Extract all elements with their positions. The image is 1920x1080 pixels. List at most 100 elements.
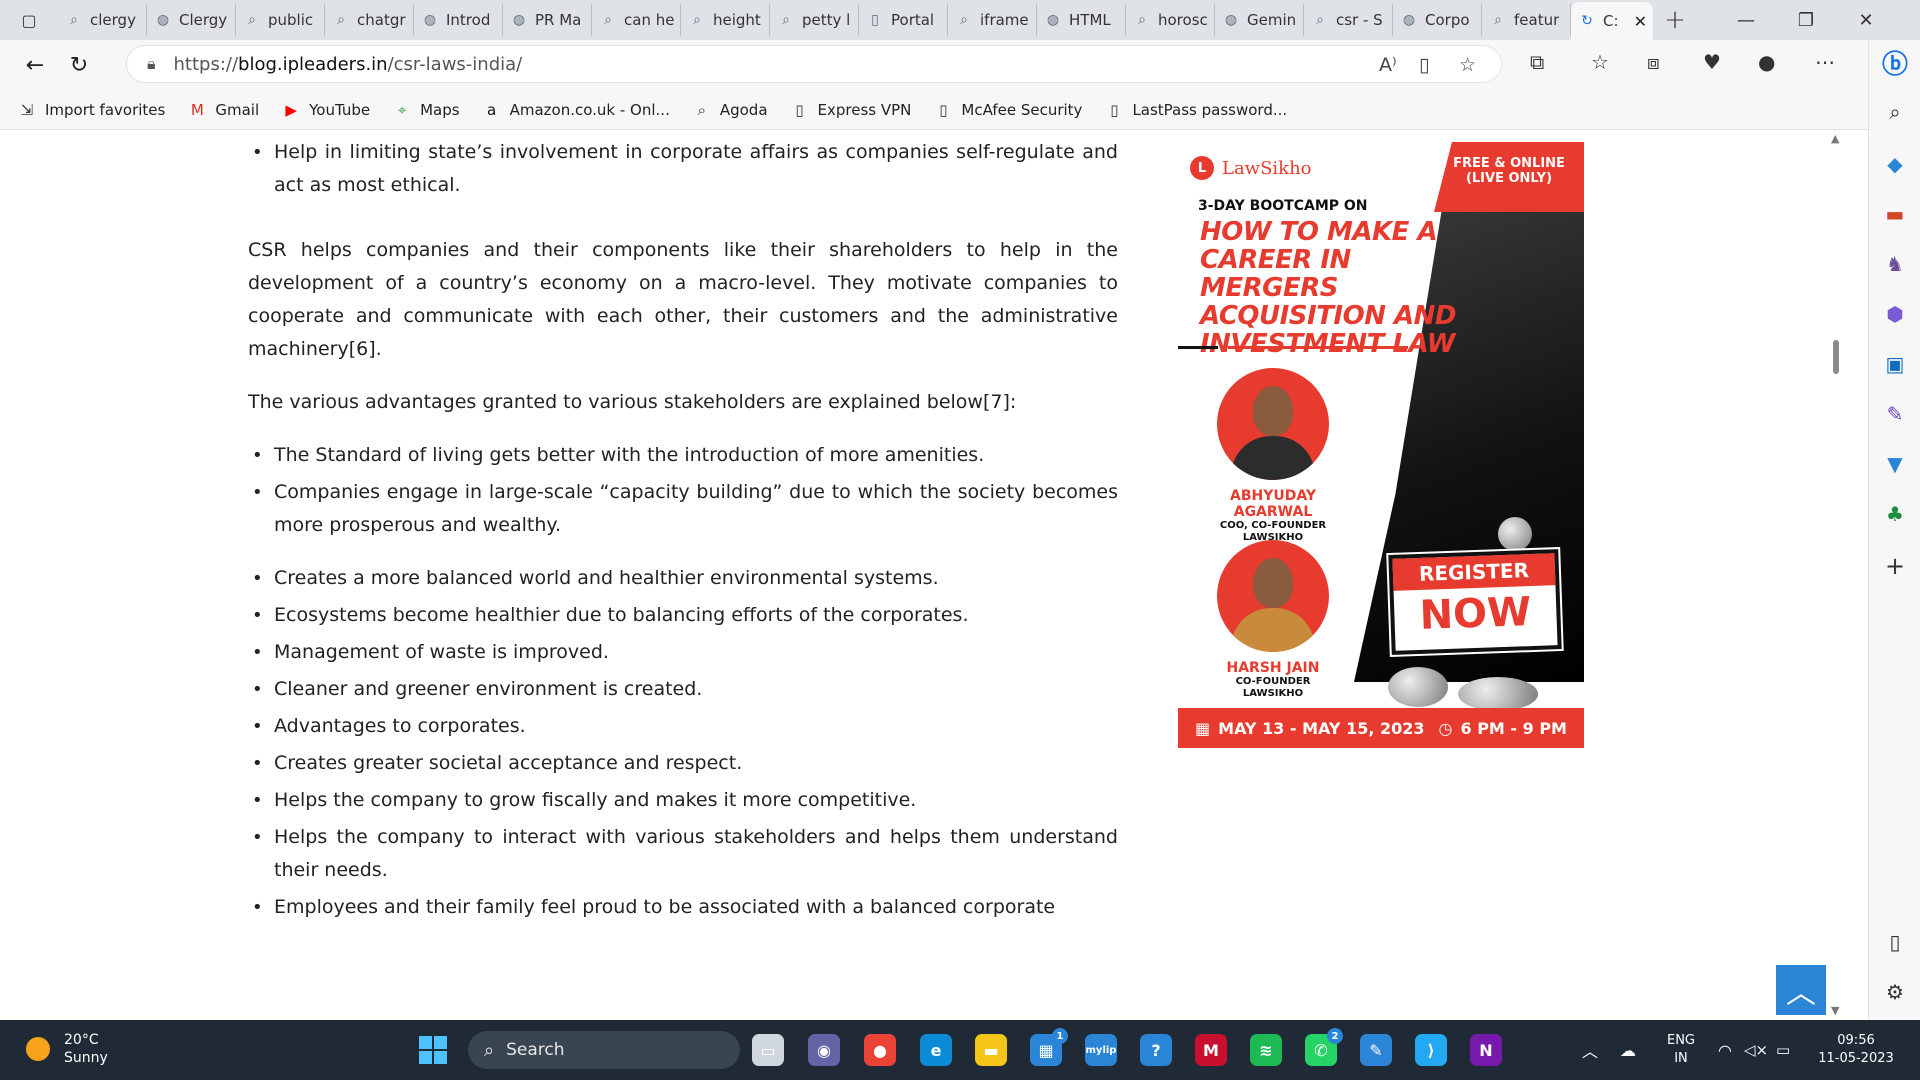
browser-tab[interactable]: ⌕ featur bbox=[1482, 4, 1571, 36]
page-viewport[interactable]: Help in limiting state’s involvement in … bbox=[0, 130, 1828, 1020]
onedrive-icon[interactable]: ☁ bbox=[1620, 1020, 1636, 1080]
browser-tab[interactable]: ⌕ clergy bbox=[58, 4, 147, 36]
favorite-item[interactable]: ▯ McAfee Security bbox=[934, 101, 1082, 119]
browser-tab[interactable]: ⌕ height bbox=[681, 4, 770, 36]
favorite-item[interactable]: ▯ LastPass password... bbox=[1105, 101, 1287, 119]
browser-essentials-icon[interactable]: ♥ bbox=[1703, 50, 1721, 74]
mylip-taskbar-icon[interactable]: mylip bbox=[1085, 1034, 1117, 1066]
favorite-item[interactable]: a Amazon.co.uk - Onl... bbox=[483, 101, 670, 119]
vertical-scrollbar[interactable]: ▲ ▼ bbox=[1828, 130, 1844, 1020]
bing-copilot-icon[interactable]: ⓑ bbox=[1869, 40, 1920, 90]
favorite-item[interactable]: ⇲ Import favorites bbox=[18, 101, 166, 119]
search-icon[interactable]: ⌕ bbox=[1869, 100, 1920, 124]
favorite-item[interactable]: ▶ YouTube bbox=[282, 101, 370, 119]
browser-tab[interactable]: ◍ Corpo bbox=[1393, 4, 1482, 36]
favorites-icon[interactable]: ☆ bbox=[1591, 50, 1609, 74]
browser-tab[interactable]: ⌕ can he bbox=[592, 4, 681, 36]
gmail-icon: M bbox=[190, 100, 204, 119]
add-sidebar-app-icon[interactable]: + bbox=[1869, 552, 1920, 580]
scrollbar-thumb[interactable] bbox=[1833, 340, 1839, 374]
wifi-icon[interactable]: ◠ bbox=[1718, 1020, 1732, 1080]
close-window-icon[interactable]: ✕ bbox=[1836, 0, 1896, 40]
browser-tab[interactable]: ⌕ iframe bbox=[948, 4, 1037, 36]
lock-icon[interactable]: 🔒︎ bbox=[147, 54, 156, 74]
tree-icon[interactable]: ♣ bbox=[1869, 502, 1920, 526]
paint-taskbar-icon[interactable]: ✎ bbox=[1360, 1034, 1392, 1066]
tools-icon[interactable]: ▬ bbox=[1869, 202, 1920, 226]
clock[interactable]: 09:56 11-05-2023 bbox=[1814, 1020, 1898, 1080]
mcafee-taskbar-icon[interactable]: M bbox=[1195, 1034, 1227, 1066]
favorite-item[interactable]: ⌖ Maps bbox=[393, 101, 460, 119]
task-view-taskbar-icon[interactable]: ▭ bbox=[752, 1034, 784, 1066]
show-hidden-icons[interactable]: ︿ bbox=[1582, 1020, 1598, 1080]
store-taskbar-icon[interactable]: ▦ 1 bbox=[1030, 1028, 1068, 1066]
address-bar[interactable]: 🔒︎ https://blog.ipleaders.in/csr-laws-in… bbox=[126, 45, 1502, 83]
active-browser-tab[interactable]: ↻ C: ✕ bbox=[1571, 2, 1653, 40]
taskbar-search[interactable]: ⌕ Search bbox=[468, 1031, 740, 1069]
clock-date: 11-05-2023 bbox=[1818, 1051, 1894, 1066]
volume-muted-icon[interactable]: ◁× bbox=[1744, 1020, 1768, 1080]
collections-icon[interactable]: ⧈ bbox=[1647, 50, 1660, 74]
refresh-button[interactable]: ↻ bbox=[56, 45, 102, 85]
list-item: The Standard of living gets better with … bbox=[248, 439, 1118, 472]
list-item: Employees and their family feel proud to… bbox=[248, 891, 1118, 924]
edge-taskbar-icon[interactable]: e bbox=[920, 1034, 952, 1066]
teams-taskbar-icon[interactable]: ◉ bbox=[808, 1034, 840, 1066]
start-button[interactable] bbox=[419, 1036, 447, 1064]
new-tab-button[interactable]: + bbox=[1653, 5, 1697, 35]
drop-icon[interactable]: ▼ bbox=[1869, 452, 1920, 476]
browser-tab[interactable]: ▯ Portal bbox=[859, 4, 948, 36]
sidebar-settings-icon[interactable]: ⚙ bbox=[1869, 980, 1920, 1004]
weather-widget[interactable]: 20°C Sunny bbox=[26, 1031, 108, 1067]
profile-icon[interactable]: ● bbox=[1758, 50, 1775, 74]
search-icon: ⌕ bbox=[1316, 12, 1324, 28]
file-explorer-taskbar-icon[interactable]: ▬ bbox=[975, 1034, 1007, 1066]
lawsikho-ad-banner[interactable]: FREE & ONLINE (LIVE ONLY) L LawSikho 3-DA… bbox=[1178, 142, 1584, 748]
settings-more-icon[interactable]: ⋯ bbox=[1815, 50, 1835, 74]
browser-tab[interactable]: ◍ PR Ma bbox=[503, 4, 592, 36]
browser-tab[interactable]: ⌕ csr - S bbox=[1304, 4, 1393, 36]
register-now-button[interactable]: REGISTER NOW bbox=[1388, 549, 1562, 655]
browser-tab[interactable]: ⌕ horosc bbox=[1126, 4, 1215, 36]
back-button[interactable]: ← bbox=[12, 45, 58, 85]
spotify-glyph: ≋ bbox=[1259, 1040, 1273, 1060]
office-icon[interactable]: ⬢ bbox=[1869, 302, 1920, 326]
list-item: Companies engage in large-scale “capacit… bbox=[248, 476, 1118, 542]
shopping-icon[interactable]: ◆ bbox=[1869, 152, 1920, 176]
close-tab-icon[interactable]: ✕ bbox=[1634, 12, 1647, 31]
browser-tab[interactable]: ⌕ public bbox=[236, 4, 325, 36]
onenote-taskbar-icon[interactable]: N bbox=[1470, 1034, 1502, 1066]
vscode-taskbar-icon[interactable]: ⟩ bbox=[1415, 1034, 1447, 1066]
language-indicator[interactable]: ENG IN bbox=[1664, 1020, 1698, 1080]
outlook-icon[interactable]: ▣ bbox=[1869, 352, 1920, 376]
help-taskbar-icon[interactable]: ? bbox=[1140, 1034, 1172, 1066]
browser-tab[interactable]: ◍ Introd bbox=[414, 4, 503, 36]
spotify-taskbar-icon[interactable]: ≋ bbox=[1250, 1034, 1282, 1066]
browser-tab[interactable]: ◍ HTML bbox=[1037, 4, 1126, 36]
restore-icon[interactable]: ❐ bbox=[1776, 0, 1836, 40]
minimize-icon[interactable]: — bbox=[1716, 0, 1776, 40]
add-favorite-icon[interactable]: ☆ bbox=[1459, 54, 1476, 76]
designer-icon[interactable]: ✎ bbox=[1869, 402, 1920, 426]
browser-tab[interactable]: ◍ Gemin bbox=[1215, 4, 1304, 36]
scroll-down-icon[interactable]: ▼ bbox=[1831, 1004, 1839, 1017]
lawsikho-logo: L LawSikho bbox=[1190, 156, 1312, 180]
favorite-item[interactable]: ▯ Express VPN bbox=[791, 101, 911, 119]
whatsapp-taskbar-icon[interactable]: ✆ 2 bbox=[1305, 1028, 1343, 1066]
extensions-icon[interactable]: ⧉ bbox=[1530, 50, 1544, 74]
favorite-item[interactable]: ⌕ Agoda bbox=[693, 101, 768, 119]
immersive-reader-icon[interactable]: ▯ bbox=[1419, 54, 1429, 76]
chrome-taskbar-icon[interactable]: ● bbox=[864, 1034, 896, 1066]
scroll-to-top-button[interactable]: ︿ bbox=[1776, 965, 1826, 1015]
games-icon[interactable]: ♞ bbox=[1869, 252, 1920, 276]
read-aloud-icon[interactable]: A⁾ bbox=[1379, 54, 1397, 76]
browser-tab[interactable]: ⌕ chatgr bbox=[325, 4, 414, 36]
favorite-item[interactable]: M Gmail bbox=[188, 101, 259, 119]
hide-sidebar-icon[interactable]: ▯ bbox=[1869, 930, 1920, 954]
battery-icon[interactable]: ▭ bbox=[1776, 1020, 1790, 1080]
ad-subtitle: 3-DAY BOOTCAMP ON bbox=[1198, 198, 1368, 214]
scroll-up-icon[interactable]: ▲ bbox=[1831, 132, 1839, 145]
browser-tab[interactable]: ⌕ petty l bbox=[770, 4, 859, 36]
tab-actions-menu-icon[interactable]: ▢ bbox=[0, 0, 58, 40]
browser-tab[interactable]: ◍ Clergy bbox=[147, 4, 236, 36]
